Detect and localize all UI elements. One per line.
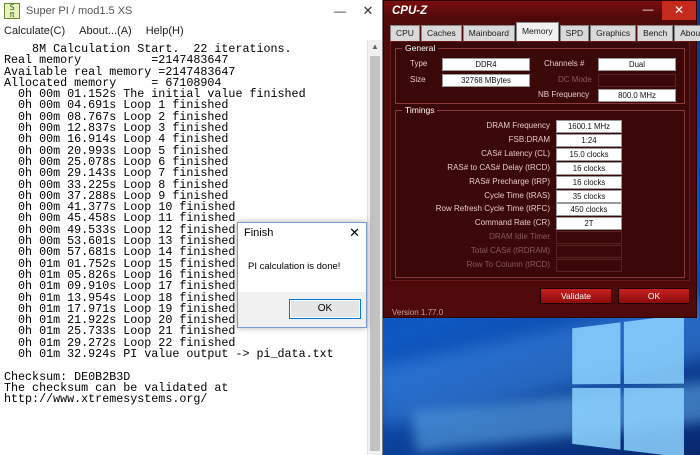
cpuz-window: CPU-Z — ✕ CPU Caches Mainboard Memory SPD Gra… <box>383 0 700 318</box>
menu-bar: Calculate(C) About...(A) Help(H) <box>0 22 382 40</box>
timing-label: Command Rate (CR) <box>474 218 550 228</box>
dialog-titlebar[interactable]: Finish ✕ <box>238 223 366 242</box>
cpuz-title: CPU-Z <box>392 4 428 17</box>
channels-label: Channels # <box>544 59 585 68</box>
timings-legend: Timings <box>402 105 438 115</box>
log-line: http://www.xtremesystems.org/ <box>4 392 208 407</box>
dc-mode-label: DC Mode <box>558 75 592 84</box>
menu-about[interactable]: About...(A) <box>79 25 132 37</box>
timing-label: RAS# Precharge (tRP) <box>469 176 550 186</box>
windows-logo <box>572 314 686 455</box>
timing-value: 16 clocks <box>556 161 622 175</box>
cpuz-tab-bar: CPU Caches Mainboard Memory SPD Graphics Bench… <box>384 22 700 41</box>
menu-help[interactable]: Help(H) <box>146 25 184 37</box>
general-legend: General <box>402 43 439 53</box>
validate-button[interactable]: Validate <box>540 288 612 304</box>
cpuz-minimize-button[interactable]: — <box>634 1 662 20</box>
cpuz-ok-button[interactable]: OK <box>618 288 690 304</box>
timing-value: 15.0 clocks <box>556 147 622 161</box>
timing-value: 2T <box>556 217 622 231</box>
tab-about[interactable]: About <box>674 25 700 41</box>
timing-value <box>556 259 622 272</box>
dialog-close-icon[interactable]: ✕ <box>349 225 360 241</box>
finish-dialog: Finish ✕ PI calculation is done! OK <box>237 222 367 328</box>
timing-label: Cycle Time (tRAS) <box>484 190 550 200</box>
nb-frequency-value: 800.0 MHz <box>598 89 676 102</box>
timing-label: RAS# to CAS# Delay (tRCD) <box>447 162 550 172</box>
type-value: DDR4 <box>442 58 530 71</box>
timing-label: Row To Column (tRCD) <box>466 260 550 269</box>
minimize-button[interactable]: — <box>326 0 354 22</box>
timing-value: 35 clocks <box>556 189 622 203</box>
dc-mode-value <box>598 74 676 87</box>
superpi-app-icon: Sπ <box>4 3 20 19</box>
vertical-scrollbar[interactable]: ▲ <box>367 40 382 455</box>
cpuz-close-button[interactable]: ✕ <box>662 1 696 20</box>
cpuz-titlebar[interactable]: CPU-Z — ✕ <box>384 1 696 20</box>
menu-calculate[interactable]: Calculate(C) <box>4 25 65 37</box>
scrollbar-thumb[interactable] <box>370 56 380 451</box>
tab-spd[interactable]: SPD <box>559 25 590 41</box>
tab-mainboard[interactable]: Mainboard <box>462 25 515 41</box>
timing-value: 16 clocks <box>556 175 622 189</box>
nb-frequency-label: NB Frequency <box>538 90 590 99</box>
general-group: General Type DDR4 Size 32768 MBytes Chan… <box>395 43 685 104</box>
superpi-titlebar[interactable]: Sπ Super PI / mod1.5 XS — ✕ <box>0 0 382 22</box>
size-label: Size <box>410 75 426 84</box>
timing-value <box>556 245 622 259</box>
timing-label: DRAM Frequency <box>486 121 550 130</box>
timings-group: Timings DRAM Frequency 1600.1 MHz FSB:DRAM… <box>395 105 685 278</box>
size-value: 32768 MBytes <box>442 74 530 87</box>
timing-value: 1600.1 MHz <box>556 120 622 133</box>
dialog-ok-button[interactable]: OK <box>289 299 361 319</box>
tab-bench[interactable]: Bench <box>637 25 674 41</box>
channels-value: Dual <box>598 58 676 71</box>
tab-memory[interactable]: Memory <box>515 22 559 41</box>
tab-graphics[interactable]: Graphics <box>590 25 637 41</box>
timing-label: FSB:DRAM <box>508 134 550 144</box>
window-title: Super PI / mod1.5 XS <box>26 5 133 17</box>
memory-panel: General Type DDR4 Size 32768 MBytes Chan… <box>390 41 690 281</box>
timing-label: CAS# Latency (CL) <box>481 148 550 158</box>
timing-label: Row Refresh Cycle Time (tRFC) <box>435 204 550 214</box>
type-label: Type <box>410 59 428 68</box>
log-line: 0h 01m 32.924s PI value output -> pi_dat… <box>4 347 334 362</box>
timing-label: Total CAS# (tRDRAM) <box>470 246 550 256</box>
scroll-up-arrow-icon[interactable]: ▲ <box>368 40 382 54</box>
dialog-message: PI calculation is done! <box>238 242 366 292</box>
tab-caches[interactable]: Caches <box>420 25 462 41</box>
version-label: Version 1.77.0 <box>392 308 444 317</box>
close-button[interactable]: ✕ <box>354 0 382 22</box>
cpuz-footer: Validate OK Version 1.77.0 <box>384 283 696 317</box>
timing-value: 1:24 <box>556 133 622 147</box>
tab-cpu[interactable]: CPU <box>390 25 420 41</box>
timing-label: DRAM Idle Timer <box>489 232 550 242</box>
dialog-title: Finish <box>244 226 274 239</box>
dialog-footer: OK <box>238 292 366 327</box>
timing-value <box>556 231 622 245</box>
timing-value: 450 clocks <box>556 203 622 217</box>
